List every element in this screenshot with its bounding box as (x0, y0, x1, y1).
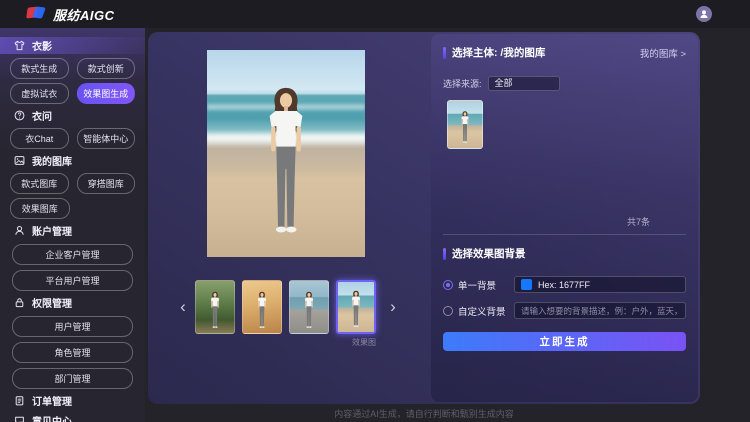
sidebar-item-effect-gallery[interactable]: 效果图库 (10, 198, 70, 219)
sidebar-item-platform-users[interactable]: 平台用户管理 (12, 270, 133, 291)
settings-panel: 选择主体: /我的图库 我的图库 > 选择来源: 全部 共7条 选择效果图背景 … (431, 34, 698, 402)
sidebar-item-user-management[interactable]: 用户管理 (12, 316, 133, 337)
ai-disclaimer: 内容通过AI生成，请自行判断和甄别生成内容 (148, 407, 700, 420)
image-icon (14, 155, 25, 166)
hex-color-picker[interactable]: Hex: 1677FF (514, 276, 686, 293)
subject-title-text: 选择主体: /我的图库 (452, 45, 545, 60)
my-gallery-link[interactable]: 我的图库 > (640, 46, 686, 60)
thumbnail-row (195, 280, 376, 334)
sidebar-section-label: 意见中心 (32, 413, 72, 422)
custom-background-row: 自定义背景 (443, 302, 686, 319)
carousel-caption: 效果图 (195, 337, 376, 348)
sidebar-section-label: 衣问 (32, 108, 52, 123)
result-thumbnail-3[interactable] (289, 280, 329, 334)
result-carousel: ‹ › 效果图 (148, 280, 432, 346)
sidebar-item-enterprise-customers[interactable]: 企业客户管理 (12, 244, 133, 265)
sidebar-item-effect-generate[interactable]: 效果图生成 (77, 83, 136, 104)
subject-count: 共7条 (443, 215, 686, 228)
sidebar-section-label: 权限管理 (32, 295, 72, 310)
source-row: 选择来源: 全部 (443, 76, 686, 91)
sidebar-item-style-generate[interactable]: 款式生成 (10, 58, 69, 79)
top-bar: 服纺AIGC (0, 0, 750, 28)
sidebar-section-my-gallery[interactable]: 我的图库 (0, 152, 145, 169)
sidebar-section-permission[interactable]: 权限管理 (0, 294, 145, 311)
logo-text: 服纺AIGC (53, 5, 115, 24)
app-logo: 服纺AIGC (0, 5, 115, 24)
accent-bar (443, 47, 446, 59)
model-figure (255, 85, 317, 245)
model-figure (302, 291, 317, 331)
model-figure (349, 290, 364, 330)
sidebar-item-role-management[interactable]: 角色管理 (12, 342, 133, 363)
carousel-next-icon[interactable]: › (386, 294, 400, 320)
shirt-icon (14, 40, 25, 51)
subject-section-title: 选择主体: /我的图库 (443, 45, 545, 60)
sidebar-section-label: 衣影 (32, 38, 52, 53)
result-thumbnail-2[interactable] (242, 280, 282, 334)
model-figure (255, 291, 270, 331)
sidebar-section-label: 我的图库 (32, 153, 72, 168)
sidebar-section-orders[interactable]: 订单管理 (0, 392, 145, 409)
sidebar-section-feedback[interactable]: 意见中心 (0, 412, 145, 422)
sidebar-item-virtual-tryon[interactable]: 虚拟试衣 (10, 83, 69, 104)
sidebar-item-agent-center[interactable]: 智能体中心 (77, 128, 136, 149)
preview-image (207, 50, 365, 257)
subject-thumbnail[interactable] (447, 100, 483, 149)
sidebar-item-style-gallery[interactable]: 款式图库 (10, 173, 69, 194)
custom-background-label: 自定义背景 (458, 304, 514, 318)
order-icon (14, 395, 25, 406)
logo-icon (27, 7, 46, 22)
background-title-text: 选择效果图背景 (452, 246, 526, 261)
hex-value: Hex: 1677FF (538, 280, 590, 290)
sidebar-item-style-innovate[interactable]: 款式创新 (77, 58, 136, 79)
result-thumbnail-4-selected[interactable] (336, 280, 376, 334)
custom-background-input[interactable] (514, 302, 686, 319)
sidebar-item-yichat[interactable]: 衣Chat (10, 128, 69, 149)
model-figure (459, 110, 472, 146)
model-figure (208, 291, 223, 331)
accent-bar (443, 248, 446, 260)
background-section-title: 选择效果图背景 (443, 246, 686, 261)
section-divider (443, 234, 686, 235)
main-content: ‹ › 效果图 选择主体: /我的图库 我的图库 > (148, 32, 700, 404)
source-select[interactable]: 全部 (488, 76, 560, 91)
sidebar-section-label: 账户管理 (32, 223, 72, 238)
user-avatar[interactable] (696, 6, 712, 22)
single-background-radio[interactable] (443, 280, 453, 290)
result-thumbnail-1[interactable] (195, 280, 235, 334)
sidebar-item-outfit-gallery[interactable]: 穿搭图库 (77, 173, 136, 194)
subject-header-row: 选择主体: /我的图库 我的图库 > (443, 45, 686, 60)
question-circle-icon (14, 110, 25, 121)
custom-background-radio[interactable] (443, 306, 453, 316)
source-label: 选择来源: (443, 77, 482, 90)
user-icon (699, 9, 709, 19)
single-background-label: 单一背景 (458, 278, 514, 292)
sidebar: 衣影 款式生成 款式创新 虚拟试衣 效果图生成 衣问 衣Chat 智能体中心 我… (0, 28, 145, 422)
color-swatch[interactable] (521, 279, 532, 290)
carousel-prev-icon[interactable]: ‹ (176, 294, 190, 320)
sidebar-section-yiwen[interactable]: 衣问 (0, 107, 145, 124)
feedback-icon (14, 415, 25, 422)
sidebar-section-account[interactable]: 账户管理 (0, 222, 145, 239)
lock-icon (14, 297, 25, 308)
sidebar-section-label: 订单管理 (32, 393, 72, 408)
single-background-row: 单一背景 Hex: 1677FF (443, 276, 686, 293)
sidebar-section-yiying[interactable]: 衣影 (0, 37, 145, 54)
user-icon (14, 225, 25, 236)
sidebar-item-department-management[interactable]: 部门管理 (12, 368, 133, 389)
generate-button[interactable]: 立即生成 (443, 332, 686, 351)
